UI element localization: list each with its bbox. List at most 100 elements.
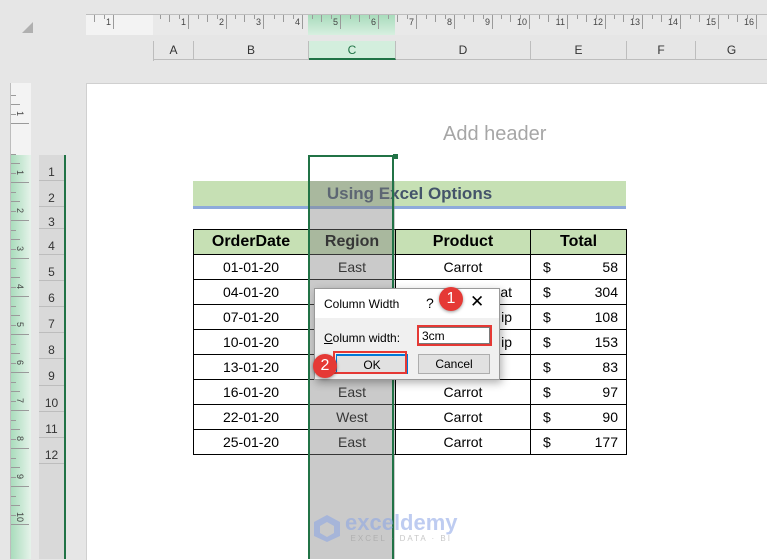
ruler-label: 6 [370,17,376,27]
header-product[interactable]: Product [395,229,531,255]
fill-handle[interactable] [393,154,398,159]
ruler-minor-tick [11,381,16,383]
column-header-a[interactable]: A [154,41,194,60]
cell-orderdate[interactable]: 04-01-20 [193,279,309,305]
cell-product[interactable]: Carrot [395,429,531,455]
cell-total[interactable]: $83 [530,354,627,380]
ruler-minor-tick [538,15,540,19]
row-header-1[interactable]: 1 [39,155,64,181]
ruler-tick [11,123,29,124]
cell-total[interactable]: $153 [530,329,627,355]
ruler-minor-tick [244,15,245,22]
ruler-minor-tick [11,229,16,231]
ruler-minor-tick [169,15,170,22]
row-header-4[interactable]: 4 [39,229,64,255]
cell-total[interactable]: $58 [530,254,627,280]
cell-total[interactable]: $90 [530,404,627,430]
column-header-e[interactable]: E [531,41,627,60]
ruler-label: 10 [15,512,25,523]
header-total[interactable]: Total [530,229,627,255]
ruler-minor-tick [708,15,710,19]
cell-orderdate[interactable]: 10-01-20 [193,329,309,355]
cell-orderdate[interactable]: 16-01-20 [193,379,309,405]
ruler-minor-tick [11,201,20,202]
row-header-3[interactable]: 3 [39,207,64,229]
ruler-tick [680,15,681,29]
cancel-button[interactable]: Cancel [418,354,490,374]
row-header-7[interactable]: 7 [39,307,64,333]
ruler-minor-tick [207,15,208,22]
step-1-marker: 1 [439,287,463,311]
label-accelerator: C [324,331,333,345]
cell-orderdate[interactable]: 22-01-20 [193,404,309,430]
row-header-2[interactable]: 2 [39,181,64,207]
column-header-d[interactable]: D [396,41,531,60]
cell-product[interactable]: Carrot [395,379,531,405]
ruler-minor-tick [94,15,95,22]
row-headers: 1 2 3 4 5 6 7 8 9 10 11 12 [39,155,66,559]
ruler-minor-tick [11,467,20,468]
ruler-minor-tick [283,15,284,22]
total-value: 177 [594,434,618,450]
ruler-minor-tick [11,104,20,105]
ruler-minor-tick [11,163,20,164]
ruler-label: 3 [255,17,261,27]
row-header-5[interactable]: 5 [39,255,64,281]
cell-orderdate[interactable]: 25-01-20 [193,429,309,455]
ruler-minor-tick [311,15,313,19]
ruler-tick [226,15,227,29]
cell-orderdate[interactable]: 07-01-20 [193,304,309,330]
cell-total[interactable]: $97 [530,379,627,405]
close-icon[interactable]: ✕ [470,292,484,312]
cell-total[interactable]: $304 [530,279,627,305]
ruler-minor-tick [576,15,578,19]
ruler-minor-tick [435,15,436,22]
currency-symbol: $ [543,409,551,425]
column-header-c[interactable]: C [309,41,396,60]
ruler-minor-tick [11,362,16,364]
cell-product[interactable]: Carrot [395,254,531,280]
column-header-f[interactable]: F [627,41,696,60]
ruler-minor-tick [387,15,389,19]
table-row: 22-01-20 West Carrot $90 [193,404,627,430]
cell-orderdate[interactable]: 01-01-20 [193,254,309,280]
watermark-name: exceldemy [345,510,458,535]
column-header-g[interactable]: G [696,41,767,60]
ruler-minor-tick [406,15,408,19]
row-header-8[interactable]: 8 [39,333,64,359]
ruler-minor-tick [11,315,20,316]
add-header-placeholder[interactable]: Add header [443,123,546,146]
ruler-minor-tick [548,15,549,22]
row-header-10[interactable]: 10 [39,386,64,412]
ruler-minor-tick [11,286,16,288]
ruler-minor-tick [11,343,16,345]
column-header-b[interactable]: B [194,41,309,60]
ruler-minor-tick [519,15,521,19]
ruler-minor-tick [273,15,275,19]
ruler-label: 1 [15,111,25,117]
ruler-tick [642,15,643,29]
ruler-minor-tick [661,15,662,22]
ruler-minor-tick [11,353,20,354]
cell-total[interactable]: $108 [530,304,627,330]
ruler-minor-tick [727,15,729,19]
row-header-9[interactable]: 9 [39,359,64,386]
row-header-12[interactable]: 12 [39,438,64,464]
ruler-tick [378,15,379,29]
cell-total[interactable]: $177 [530,429,627,455]
dialog-title: Column Width [324,297,400,311]
cell-orderdate[interactable]: 13-01-20 [193,354,309,380]
row-header-11[interactable]: 11 [39,412,64,438]
ruler-tick [11,524,29,525]
ruler-minor-tick [586,15,587,22]
select-all-corner[interactable] [22,22,33,33]
ruler-label: 1 [105,17,111,27]
help-icon[interactable]: ? [426,295,434,311]
ruler-minor-tick [359,15,360,22]
ruler-minor-tick [11,457,16,459]
cell-product[interactable]: Carrot [395,404,531,430]
header-orderdate[interactable]: OrderDate [193,229,309,255]
row-header-6[interactable]: 6 [39,281,64,307]
ruler-minor-tick [321,15,322,22]
currency-symbol: $ [543,434,551,450]
